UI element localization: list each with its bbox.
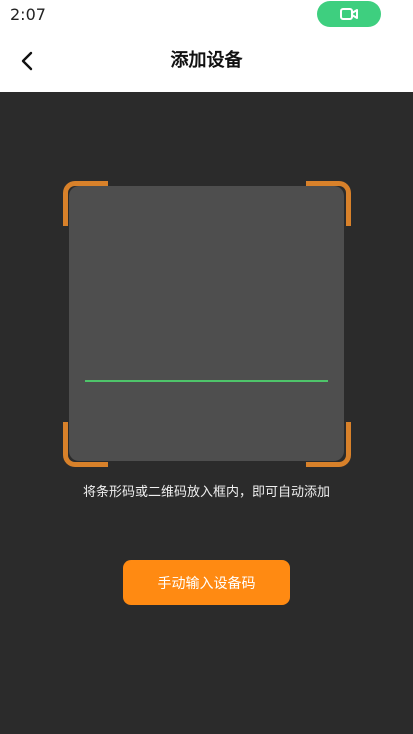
- status-bar: 2:07: [0, 0, 413, 30]
- scan-line: [85, 380, 328, 382]
- scan-hint: 将条形码或二维码放入框内，即可自动添加: [82, 485, 330, 500]
- scan-frame: [69, 186, 344, 461]
- status-time: 2:07: [10, 5, 46, 24]
- chevron-left-icon: [21, 51, 33, 71]
- back-button[interactable]: [10, 44, 44, 78]
- scan-corner-top-left: [63, 181, 108, 226]
- header: 添加设备: [0, 30, 413, 92]
- scan-corner-bottom-left: [63, 422, 108, 467]
- scan-corner-bottom-right: [306, 422, 351, 467]
- scan-area: 将条形码或二维码放入框内，即可自动添加 手动输入设备码: [0, 92, 413, 734]
- scan-corner-top-right: [306, 181, 351, 226]
- video-camera-icon: [340, 8, 358, 20]
- manual-input-button[interactable]: 手动输入设备码: [123, 560, 290, 605]
- screen-record-indicator[interactable]: [317, 1, 381, 27]
- page-title: 添加设备: [170, 50, 243, 71]
